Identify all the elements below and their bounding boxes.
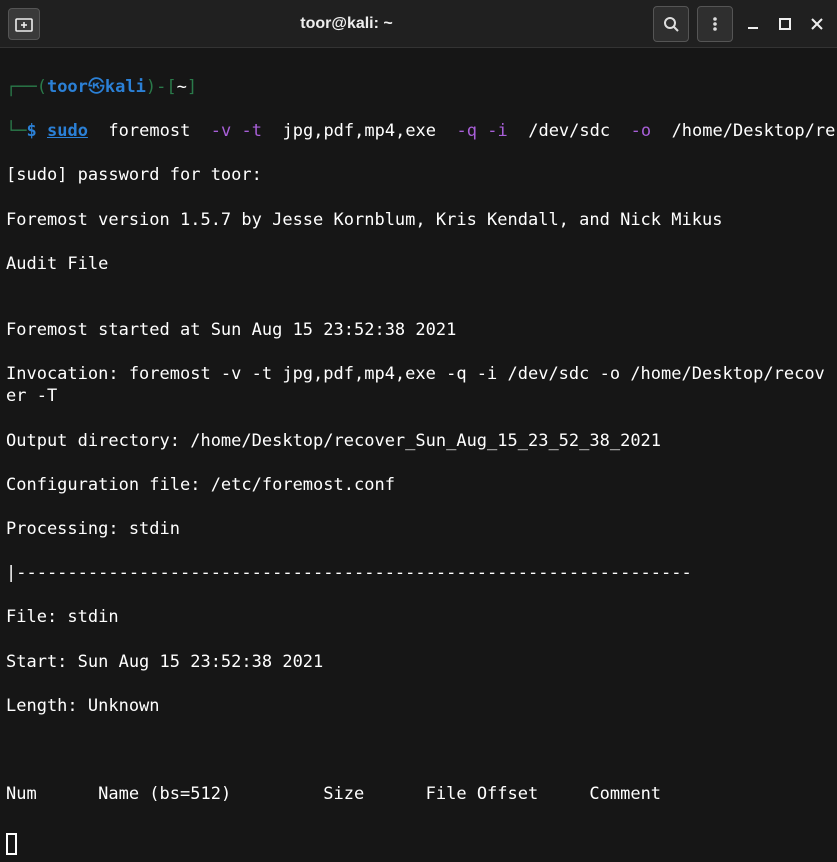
cmd-sudo: sudo [47, 121, 88, 141]
output-line: Foremost version 1.5.7 by Jesse Kornblum… [6, 209, 831, 231]
cmd-device: /dev/sdc [528, 121, 610, 141]
output-line: Configuration file: /etc/foremost.conf [6, 474, 831, 496]
prompt-symbol: $ [26, 121, 36, 141]
terminal-cursor [6, 833, 17, 855]
output-line: Length: Unknown [6, 695, 831, 717]
prompt-user: toor [47, 77, 88, 97]
titlebar: toor@kali: ~ [0, 0, 837, 48]
output-line: Output directory: /home/Desktop/recover_… [6, 430, 831, 452]
cmd-bin: foremost [108, 121, 190, 141]
output-line: Invocation: foremost -v -t jpg,pdf,mp4,e… [6, 363, 831, 407]
maximize-button[interactable] [773, 12, 797, 36]
prompt-line-1: ┌──(toor㉿kali)-[~] [6, 76, 831, 98]
output-header: Num Name (bs=512) Size File Offset Comme… [6, 783, 831, 805]
window-title: toor@kali: ~ [40, 15, 653, 33]
cmd-flag-i: -i [487, 121, 507, 141]
minimize-button[interactable] [741, 12, 765, 36]
cmd-flag-t: -t [242, 121, 262, 141]
output-line: |---------------------------------------… [6, 562, 831, 584]
search-button[interactable] [653, 6, 689, 42]
menu-button[interactable] [697, 6, 733, 42]
output-line: Foremost started at Sun Aug 15 23:52:38 … [6, 319, 831, 341]
output-line: Audit File [6, 253, 831, 275]
titlebar-right [653, 6, 829, 42]
cmd-flag-v: -v [211, 121, 231, 141]
output-line: Start: Sun Aug 15 23:52:38 2021 [6, 651, 831, 673]
cmd-flag-q: -q [457, 121, 477, 141]
output-line: File: stdin [6, 606, 831, 628]
prompt-path: ~ [177, 77, 187, 97]
titlebar-left [8, 8, 40, 40]
output-line: [sudo] password for toor: [6, 164, 831, 186]
output-line [6, 739, 831, 761]
cmd-outdir: /home/Desktop/recover [672, 121, 837, 141]
prompt-host: kali [105, 77, 146, 97]
cmd-flag-o: -o [631, 121, 651, 141]
close-button[interactable] [805, 12, 829, 36]
prompt-line-2: └─$ sudo foremost -v -t jpg,pdf,mp4,exe … [6, 120, 831, 142]
output-line: Processing: stdin [6, 518, 831, 540]
cmd-types: jpg,pdf,mp4,exe [283, 121, 437, 141]
new-tab-button[interactable] [8, 8, 40, 40]
terminal-viewport[interactable]: ┌──(toor㉿kali)-[~] └─$ sudo foremost -v … [0, 48, 837, 862]
